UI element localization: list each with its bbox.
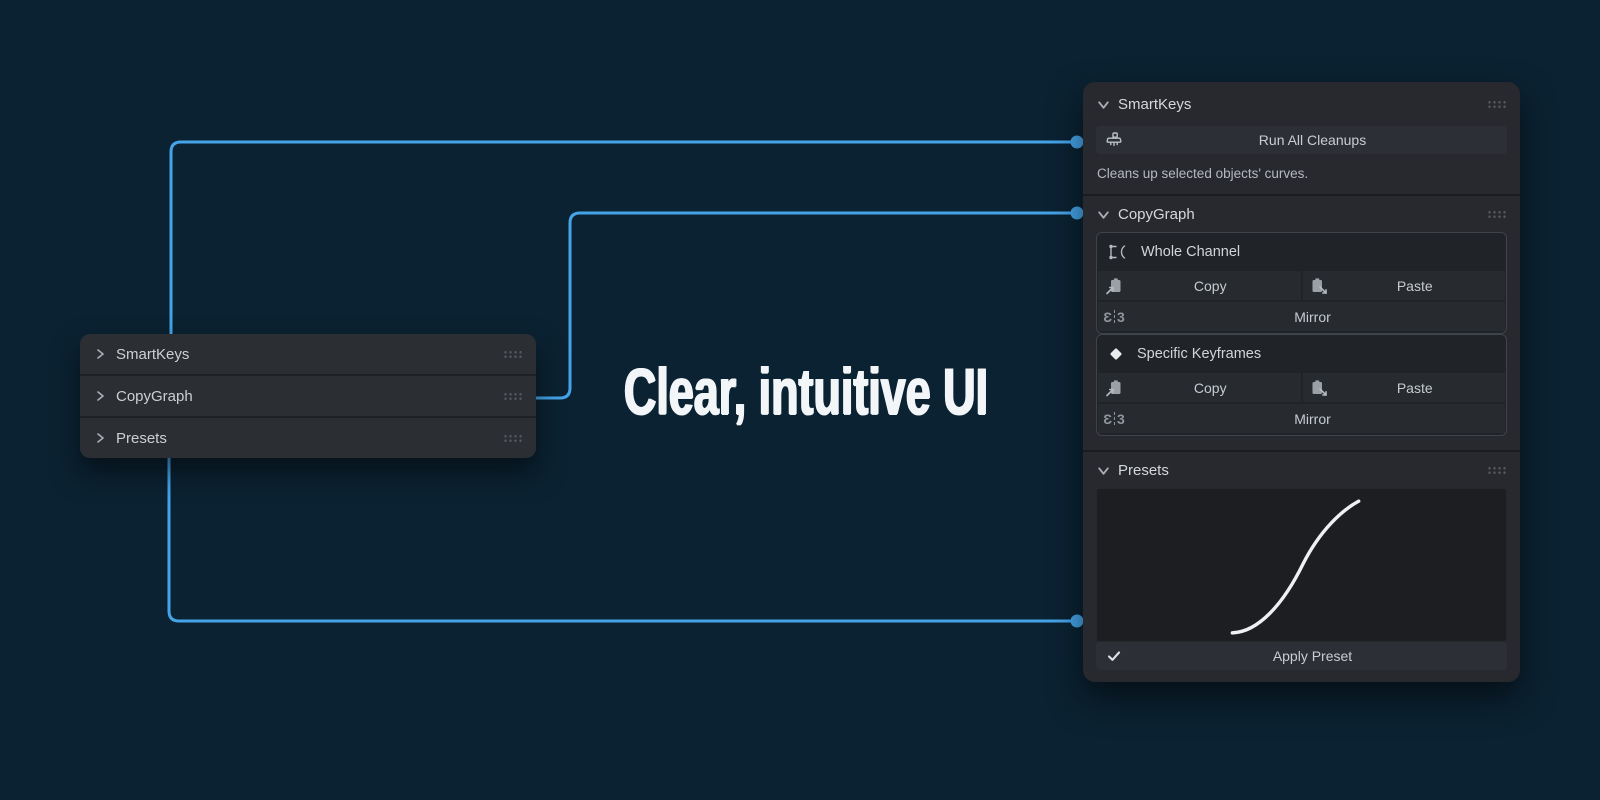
run-all-cleanups-button[interactable]: Run All Cleanups (1096, 126, 1507, 154)
butterfly-mirror-icon: Ɛ3 (1103, 308, 1125, 325)
mirror-row: Ɛ3 Mirror (1098, 404, 1505, 433)
clipboard-copy-icon (1098, 378, 1130, 398)
section-title: Presets (1118, 461, 1169, 479)
panel-label: Presets (116, 429, 167, 447)
clipboard-paste-icon (1303, 378, 1335, 398)
connector-presets (167, 448, 1073, 623)
copy-paste-row: Copy Paste (1098, 271, 1505, 300)
run-all-cleanups-label: Run All Cleanups (1258, 132, 1367, 148)
section-header-copygraph[interactable]: CopyGraph (1083, 196, 1520, 232)
copy-button[interactable]: Copy (1098, 373, 1301, 402)
connector-dot (1070, 614, 1084, 628)
section-header-presets[interactable]: Presets (1083, 452, 1520, 488)
drag-dots-icon[interactable] (1487, 466, 1506, 474)
collapsed-panel-presets[interactable]: Presets (80, 418, 536, 458)
mirror-label: Mirror (1294, 410, 1331, 427)
apply-preset-button[interactable]: Apply Preset (1096, 642, 1507, 670)
copy-button[interactable]: Copy (1098, 271, 1301, 300)
chevron-down-icon (1097, 98, 1110, 111)
connector-dot (1070, 135, 1084, 149)
mirror-button[interactable]: Ɛ3 Mirror (1098, 404, 1505, 433)
headline: Clear, intuitive UI (623, 354, 989, 428)
mirror-button[interactable]: Ɛ3 Mirror (1098, 302, 1505, 331)
drag-dots-icon[interactable] (503, 392, 522, 400)
drag-dots-icon[interactable] (1487, 100, 1506, 108)
collapsed-panel-smartkeys[interactable]: SmartKeys (80, 334, 536, 374)
drag-dots-icon[interactable] (503, 434, 522, 442)
mirror-label: Mirror (1294, 308, 1331, 325)
group-title: Specific Keyframes (1137, 346, 1262, 362)
chevron-right-icon (94, 432, 106, 444)
panel-label: SmartKeys (116, 345, 190, 363)
smartkeys-description: Cleans up selected objects' curves. (1097, 166, 1309, 181)
ease-curve (1230, 499, 1361, 635)
whole-channel-group: Whole Channel Copy Paste Ɛ 3 Mirror (1096, 232, 1507, 334)
brush-icon (1096, 130, 1132, 150)
clipboard-copy-icon (1098, 276, 1130, 296)
clipboard-paste-icon (1303, 276, 1335, 296)
panel-label: CopyGraph (116, 387, 193, 405)
paste-label: Paste (1396, 277, 1433, 294)
keyframe-diamond-icon (1107, 345, 1125, 363)
section-header-smartkeys[interactable]: SmartKeys (1083, 82, 1520, 126)
canvas: SmartKeys CopyGraph Presets Clear, intui… (0, 0, 1600, 800)
copy-paste-row: Copy Paste (1098, 373, 1505, 402)
connector-smartkeys (169, 140, 1073, 346)
preset-curve-preview (1096, 488, 1507, 642)
specific-keyframes-header: Specific Keyframes (1097, 335, 1506, 373)
collapsed-panel-copygraph[interactable]: CopyGraph (80, 376, 536, 416)
right-panel: SmartKeys Run All Cleanups Cleans up sel… (1083, 82, 1520, 682)
connector-dot (1070, 206, 1084, 220)
fcurve-channel-icon (1107, 243, 1129, 261)
section-title: CopyGraph (1118, 205, 1195, 223)
chevron-right-icon (94, 390, 106, 402)
check-icon (1096, 648, 1132, 664)
copy-label: Copy (1193, 277, 1227, 294)
chevron-right-icon (94, 348, 106, 360)
paste-button[interactable]: Paste (1302, 271, 1505, 300)
paste-label: Paste (1396, 379, 1433, 396)
whole-channel-header: Whole Channel (1097, 233, 1506, 271)
drag-dots-icon[interactable] (503, 350, 522, 358)
apply-preset-label: Apply Preset (1272, 648, 1353, 664)
chevron-down-icon (1097, 208, 1110, 221)
butterfly-mirror-icon: Ɛ3 (1103, 410, 1125, 427)
group-title: Whole Channel (1141, 244, 1241, 260)
copy-label: Copy (1193, 379, 1227, 396)
left-panel-stack: SmartKeys CopyGraph Presets (80, 334, 536, 458)
specific-keyframes-group: Specific Keyframes Copy Paste Ɛ 3 Mirror (1096, 334, 1507, 436)
paste-button[interactable]: Paste (1302, 373, 1505, 402)
mirror-row: Ɛ3 Mirror (1098, 302, 1505, 331)
drag-dots-icon[interactable] (1487, 210, 1506, 218)
chevron-down-icon (1097, 464, 1110, 477)
section-title: SmartKeys (1118, 95, 1192, 113)
